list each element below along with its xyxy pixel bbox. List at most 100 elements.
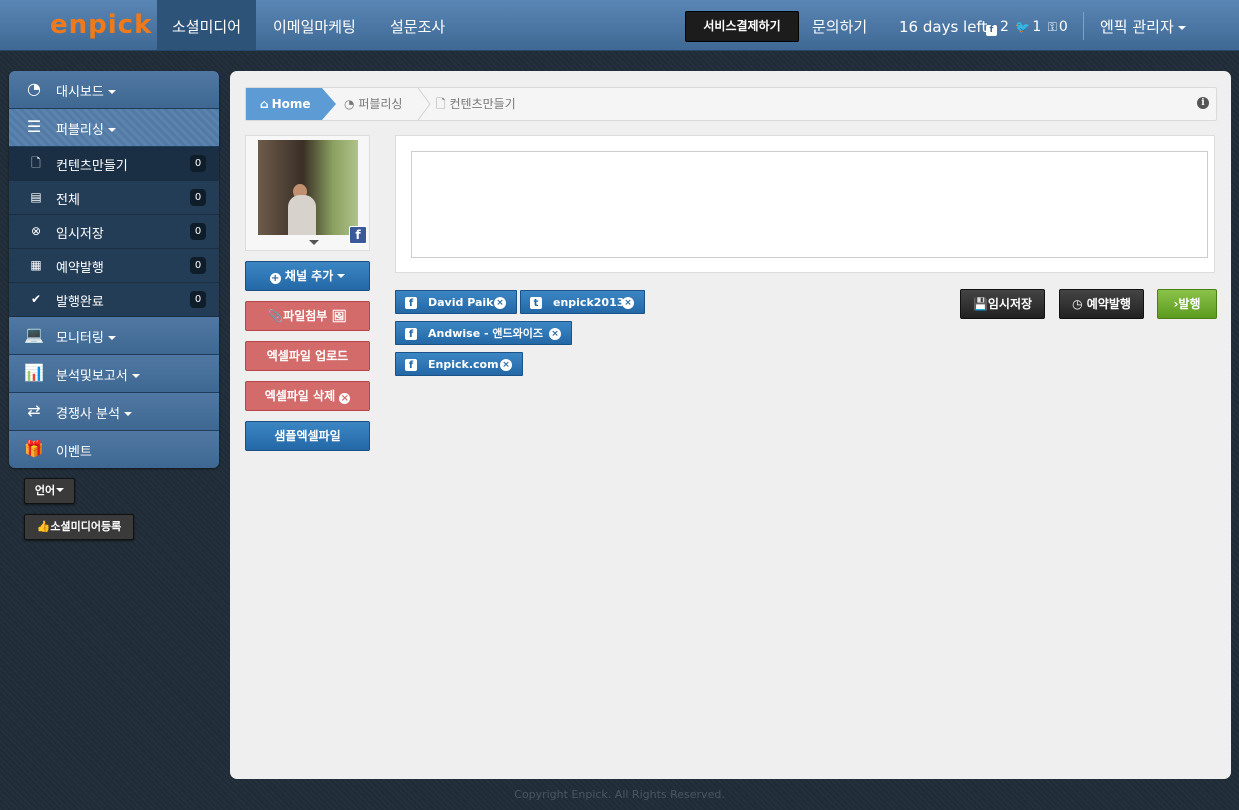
main-panel: ⌂ Home ◔ 퍼블리싱 🗋 컨텐츠만들기 i f + 채널 추가 📎파일첨부 … <box>230 71 1231 779</box>
sidebar-item-publishing[interactable]: ☰ 퍼블리싱 <box>9 109 219 147</box>
breadcrumb-level2-label: 컨텐츠만들기 <box>449 97 516 111</box>
account-stats: f2 🐦 1 ⚿ 0 <box>986 0 1068 50</box>
tab-survey[interactable]: 설문조사 <box>375 0 460 50</box>
breadcrumb-create-content: 🗋 컨텐츠만들기 <box>436 88 516 120</box>
file-icon: 🗋 <box>436 97 446 111</box>
publish-button[interactable]: ›발행 <box>1157 289 1217 319</box>
profile-photo <box>258 140 358 235</box>
info-icon[interactable]: i <box>1197 97 1209 109</box>
sidebar-subitem-label: 컨텐츠만들기 <box>56 159 128 174</box>
bar-chart-icon: 📊 <box>24 363 44 382</box>
chevron-down-icon <box>123 412 132 416</box>
register-social-media-button[interactable]: 👍소셜미디어등록 <box>24 514 134 540</box>
tab-email-marketing[interactable]: 이메일마케팅 <box>258 0 371 50</box>
sidebar-item-label: 모니터링 <box>56 331 104 346</box>
remove-channel-icon[interactable]: × <box>549 328 561 340</box>
chevron-down-icon <box>56 488 65 492</box>
chevron-down-icon <box>107 128 116 132</box>
sidebar-subitem-label: 전체 <box>56 193 80 208</box>
breadcrumb: ⌂ Home ◔ 퍼블리싱 🗋 컨텐츠만들기 i <box>245 87 1217 121</box>
remove-channel-icon[interactable]: × <box>494 297 506 309</box>
chevron-down-icon <box>309 240 319 245</box>
remove-channel-icon[interactable]: × <box>622 297 634 309</box>
excel-delete-label: 엑셀파일 삭제 <box>264 389 336 403</box>
sidebar-subitem-drafts[interactable]: ⊗ 임시저장 0 <box>9 215 219 249</box>
sample-excel-button[interactable]: 샘플엑셀파일 <box>245 421 370 451</box>
user-menu-label: 엔픽 관리자 <box>1100 18 1174 36</box>
nav-divider <box>1083 12 1084 40</box>
language-button[interactable]: 언어 <box>24 478 75 504</box>
twitter-count: 1 <box>1032 19 1042 35</box>
channel-name: enpick2013 <box>553 296 625 309</box>
attach-file-button[interactable]: 📎파일첨부 🖼 <box>245 301 370 331</box>
profile-selector[interactable]: f <box>245 135 370 251</box>
content-textarea[interactable] <box>411 151 1208 258</box>
twitter-icon: t <box>530 297 542 309</box>
channel-name: David Paik <box>428 296 494 309</box>
dashboard-icon: ◔ <box>27 79 41 98</box>
register-label: 소셜미디어등록 <box>50 520 122 533</box>
channel-chip-enpick-com: f Enpick.com × <box>395 352 523 376</box>
breadcrumb-publishing[interactable]: ◔ 퍼블리싱 <box>344 88 402 120</box>
sidebar-item-dashboard[interactable]: ◔ 대시보드 <box>9 71 219 109</box>
facebook-icon: f <box>986 25 997 36</box>
tab-social-media[interactable]: 소셜미디어 <box>157 0 257 50</box>
breadcrumb-home-label: Home <box>271 97 311 111</box>
sidebar-item-label: 대시보드 <box>56 85 104 100</box>
sidebar-subitem-scheduled[interactable]: ▦ 예약발행 0 <box>9 249 219 283</box>
sidebar-item-competitor-analysis[interactable]: ⇄ 경쟁사 분석 <box>9 393 219 431</box>
sidebar-item-monitoring[interactable]: 💻 모니터링 <box>9 317 219 355</box>
save-draft-button[interactable]: 💾임시저장 <box>960 289 1045 319</box>
contact-link[interactable]: 문의하기 <box>812 0 867 50</box>
enpick-logo[interactable]: enpick <box>50 11 152 39</box>
facebook-icon: f <box>405 297 417 309</box>
dashboard-icon: ◔ <box>344 97 355 111</box>
count-badge: 0 <box>190 257 206 274</box>
excel-delete-button[interactable]: 엑셀파일 삭제 × <box>245 381 370 411</box>
chevron-down-icon <box>1177 26 1186 30</box>
sidebar-subitem-label: 예약발행 <box>56 261 104 276</box>
count-badge: 0 <box>190 223 206 240</box>
add-channel-button[interactable]: + 채널 추가 <box>245 261 370 291</box>
count-badge: 0 <box>190 189 206 206</box>
times-circle-icon: × <box>339 393 351 404</box>
paperclip-icon: 📎 <box>268 309 284 323</box>
check-icon: ✔ <box>30 292 42 306</box>
sidebar-subitem-all[interactable]: ▤ 전체 0 <box>9 181 219 215</box>
key-icon: ⚿ <box>1047 20 1057 34</box>
floppy-disk-icon: 💾 <box>972 297 988 311</box>
breadcrumb-separator-icon <box>417 88 431 120</box>
sidebar-subitem-label: 발행완료 <box>56 295 104 310</box>
excel-upload-button[interactable]: 엑셀파일 업로드 <box>245 341 370 371</box>
remove-channel-icon[interactable]: × <box>500 359 512 371</box>
facebook-count: 2 <box>1000 19 1009 35</box>
photo-figure-body <box>288 195 316 235</box>
chevron-down-icon <box>337 274 346 278</box>
sidebar-item-analysis-reports[interactable]: 📊 분석및보고서 <box>9 355 219 393</box>
breadcrumb-home[interactable]: ⌂ Home <box>246 88 336 120</box>
sidebar-item-label: 퍼블리싱 <box>56 123 104 138</box>
channel-chip-david-paik: f David Paik × <box>395 290 517 314</box>
sidebar-subitem-published[interactable]: ✔ 발행완료 0 <box>9 283 219 317</box>
count-badge: 0 <box>190 155 206 172</box>
sidebar-item-label: 경쟁사 분석 <box>56 407 120 422</box>
service-payment-button[interactable]: 서비스결제하기 <box>685 11 799 42</box>
thumbs-up-icon: 👍 <box>36 520 51 533</box>
sidebar-item-label: 이벤트 <box>56 445 92 460</box>
footer-copyright: Copyright Enpick. All Rights Reserved. <box>514 788 725 801</box>
twitter-icon: 🐦 <box>1015 20 1031 34</box>
plus-circle-icon: + <box>269 273 281 284</box>
list-icon: ☰ <box>26 117 42 136</box>
add-channel-label: 채널 추가 <box>284 269 334 283</box>
chevron-down-icon <box>107 336 116 340</box>
sidebar-item-events[interactable]: 🎁 이벤트 <box>9 431 219 468</box>
schedule-publish-button[interactable]: ◷ 예약발행 <box>1059 289 1144 319</box>
save-draft-label: 임시저장 <box>987 297 1033 311</box>
image-icon: 🖼 <box>331 309 347 323</box>
editor-container <box>395 135 1215 273</box>
sidebar-item-label: 분석및보고서 <box>56 369 128 384</box>
user-menu[interactable]: 엔픽 관리자 <box>1100 0 1186 50</box>
sidebar-subitem-create-content[interactable]: 🗋 컨텐츠만들기 0 <box>9 147 219 181</box>
clock-icon: ◷ <box>1072 297 1083 311</box>
file-icon: 🗋 <box>31 156 41 170</box>
